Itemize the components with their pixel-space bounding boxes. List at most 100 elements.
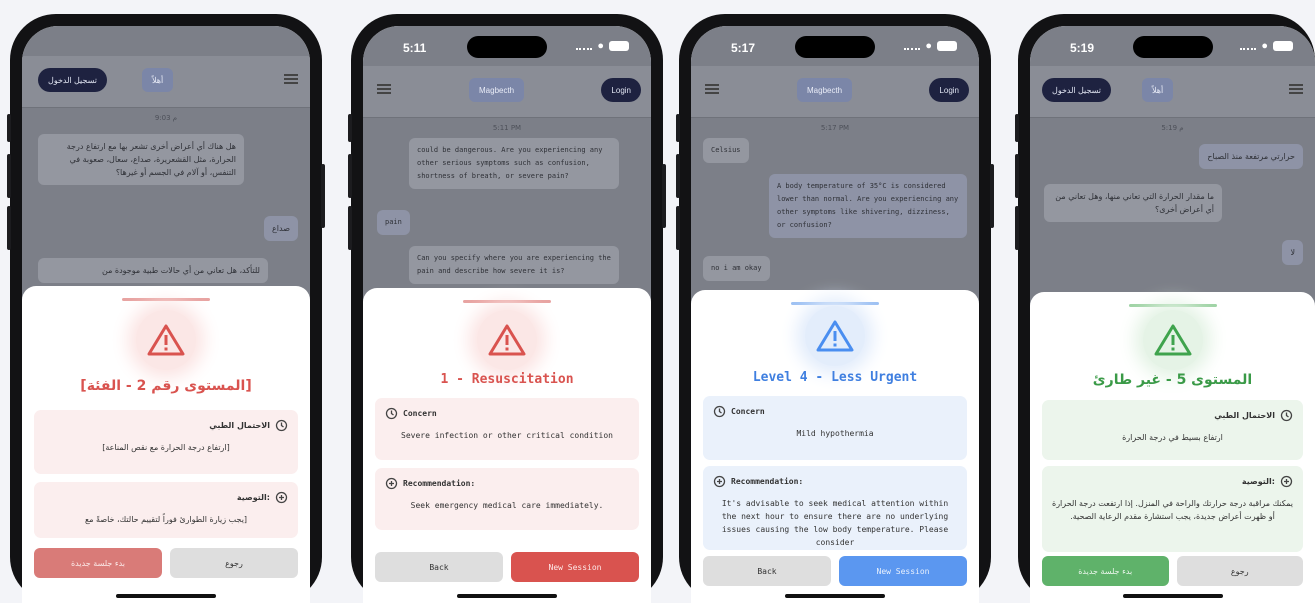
screen: 5:11 ● Magbecth Login 5:11 PM could be d… — [363, 26, 651, 603]
medical-icon — [275, 491, 288, 504]
sheet-actions: Back New Session — [375, 552, 639, 582]
status-time: 5:19 — [1070, 41, 1095, 55]
bot-message: Can you specify where you are experienci… — [409, 246, 619, 284]
app-bar: تسجيل الدخول أهلاً — [1030, 66, 1315, 118]
app-bar: Magbecth Login — [363, 66, 651, 118]
phone-3: 5:17 ● Magbecth Login 5:17 PM Celsius A … — [676, 14, 994, 603]
volume-up-button — [676, 154, 680, 198]
menu-icon[interactable] — [284, 74, 298, 84]
bot-message: could be dangerous. Are you experiencing… — [409, 138, 619, 189]
back-button[interactable]: رجوع — [170, 548, 298, 578]
volume-down-button — [676, 206, 680, 250]
status-time: 5:17 — [731, 41, 756, 55]
history-icon — [275, 419, 288, 432]
concern-text: Mild hypothermia — [796, 429, 874, 438]
medical-icon — [1280, 475, 1293, 488]
chat-timestamp: 5:11 PM — [492, 124, 522, 132]
user-message: لا — [1282, 240, 1303, 265]
menu-icon[interactable] — [377, 84, 391, 94]
signal-icon — [576, 42, 593, 50]
concern-label: Concern — [403, 409, 437, 418]
chat-timestamp: 5:17 PM — [820, 124, 850, 132]
bot-message: ما مقدار الحرارة التي تعاني منها، وهل تع… — [1044, 184, 1222, 222]
menu-icon[interactable] — [705, 84, 719, 94]
recommendation-label: Recommendation: — [403, 479, 476, 488]
chat-timestamp: 5:19 م — [1161, 124, 1184, 132]
dynamic-island — [467, 36, 547, 58]
user-message: صداع — [264, 216, 298, 241]
volume-down-button — [348, 206, 352, 250]
recommendation-card: Recommendation: It's advisable to seek m… — [703, 466, 967, 550]
logo-pill: Magbecth — [469, 78, 525, 102]
recommendation-card: التوصية: يمكنك مراقبة درجة حرارتك والراح… — [1042, 466, 1303, 552]
sheet-actions: رجوع بدء جلسة جديدة — [1042, 556, 1303, 586]
sheet-grabber[interactable] — [1128, 304, 1217, 307]
login-button[interactable]: تسجيل الدخول — [1042, 78, 1111, 102]
dynamic-island — [1132, 36, 1213, 58]
bot-message: هل هناك أي أعراض أخرى تشعر بها مع ارتفاع… — [38, 134, 244, 185]
concern-card: Concern Severe infection or other critic… — [375, 398, 639, 460]
side-button — [1015, 114, 1019, 142]
sheet-grabber[interactable] — [791, 302, 879, 305]
volume-down-button — [1015, 206, 1019, 250]
triage-level-title: Level 4 - Less Urgent — [752, 370, 918, 385]
power-button — [321, 164, 325, 228]
login-button[interactable]: Login — [601, 78, 641, 102]
app-bar: تسجيل الدخول أهلاً — [22, 56, 310, 108]
medical-icon — [385, 477, 398, 490]
user-message: pain — [377, 210, 410, 235]
signal-icon — [1240, 42, 1257, 50]
login-button[interactable]: تسجيل الدخول — [38, 68, 107, 92]
triage-level-title: المستوى 5 - غير طارئ — [1092, 372, 1253, 388]
recommendation-card: التوصية: [يجب زيارة الطوارئ فوراً لتقييم… — [34, 482, 298, 538]
side-button — [348, 114, 352, 142]
dynamic-island — [795, 36, 875, 58]
status-time: 5:11 — [403, 41, 427, 55]
sheet-grabber[interactable] — [463, 300, 551, 303]
volume-up-button — [7, 154, 11, 198]
sheet-grabber[interactable] — [122, 298, 210, 301]
phone-2: 5:11 ● Magbecth Login 5:11 PM could be d… — [348, 14, 666, 603]
login-button[interactable]: Login — [929, 78, 969, 102]
concern-text: ارتفاع بسيط في درجة الحرارة — [1122, 433, 1223, 442]
warning-icon — [136, 310, 196, 370]
concern-text: Severe infection or other critical condi… — [401, 431, 613, 440]
app-bar: Magbecth Login — [691, 66, 979, 118]
triage-level-title: [المستوى رقم 2 - الفئة] — [80, 378, 252, 394]
new-session-button[interactable]: بدء جلسة جديدة — [1042, 556, 1169, 586]
warning-icon — [805, 306, 865, 366]
back-button[interactable]: Back — [703, 556, 831, 586]
new-session-button[interactable]: New Session — [511, 552, 639, 582]
wifi-icon: ● — [597, 40, 604, 52]
screen: تسجيل الدخول أهلاً 9:03 م هل هناك أي أعر… — [22, 26, 310, 603]
volume-down-button — [7, 206, 11, 250]
bot-message: للتأكد، هل تعاني من أي حالات طبية موجودة… — [38, 258, 268, 283]
wifi-icon: ● — [925, 40, 932, 52]
concern-card: الاحتمال الطبي [ارتفاع درجة الحرارة مع ن… — [34, 410, 298, 474]
power-button — [662, 164, 666, 228]
back-button[interactable]: Back — [375, 552, 503, 582]
power-button — [990, 164, 994, 228]
volume-up-button — [1015, 154, 1019, 198]
warning-icon — [1142, 310, 1203, 370]
concern-label: الاحتمال الطبي — [1214, 411, 1275, 420]
recommendation-text: يمكنك مراقبة درجة حرارتك والراحة في المن… — [1052, 499, 1293, 521]
logo-pill: أهلاً — [1142, 78, 1174, 102]
home-indicator — [1122, 594, 1223, 598]
logo-pill: Magbecth — [797, 78, 853, 102]
phone-1: تسجيل الدخول أهلاً 9:03 م هل هناك أي أعر… — [7, 14, 325, 603]
new-session-button[interactable]: بدء جلسة جديدة — [34, 548, 162, 578]
bot-message: Celsius — [703, 138, 749, 163]
screen: 5:19 ● تسجيل الدخول أهلاً 5:19 م حرارتي … — [1030, 26, 1315, 603]
new-session-button[interactable]: New Session — [839, 556, 967, 586]
battery-icon — [1273, 41, 1293, 51]
battery-icon — [937, 41, 957, 51]
recommendation-label: التوصية: — [1241, 477, 1275, 486]
back-button[interactable]: رجوع — [1176, 556, 1303, 586]
menu-icon[interactable] — [1289, 84, 1303, 94]
user-message: no i am okay — [703, 256, 770, 281]
screen: 5:17 ● Magbecth Login 5:17 PM Celsius A … — [691, 26, 979, 603]
phone-4: 5:19 ● تسجيل الدخول أهلاً 5:19 م حرارتي … — [1015, 14, 1315, 603]
side-button — [676, 114, 680, 142]
concern-card: Concern Mild hypothermia — [703, 396, 967, 460]
